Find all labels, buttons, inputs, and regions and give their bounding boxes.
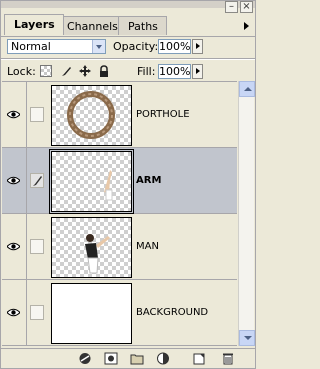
lock-pixels-brush-icon[interactable]: [60, 65, 72, 77]
scroll-up-button[interactable]: [239, 81, 255, 97]
layers-list: PORTHOLE ARM MAN BACKGROUND: [2, 81, 237, 347]
new-set-folder-icon[interactable]: [130, 352, 144, 365]
layer-row[interactable]: MAN: [2, 214, 237, 280]
new-layer-icon[interactable]: [192, 352, 206, 365]
lock-transparency-icon[interactable]: [40, 65, 52, 77]
link-box[interactable]: [30, 305, 44, 320]
close-icon: ×: [242, 1, 251, 12]
add-mask-icon[interactable]: [104, 352, 118, 365]
vertical-scrollbar[interactable]: [238, 81, 255, 346]
panel-menu-arrow-icon[interactable]: [244, 22, 249, 30]
lock-position-move-icon[interactable]: [79, 65, 91, 77]
link-box[interactable]: [30, 107, 44, 122]
arm-image: [104, 170, 113, 201]
adjustment-layer-icon[interactable]: [156, 352, 170, 365]
lock-label: Lock:: [7, 65, 36, 78]
opacity-field[interactable]: 100%: [158, 39, 191, 54]
visibility-cell[interactable]: [2, 148, 27, 213]
tab-layers[interactable]: Layers: [4, 14, 64, 35]
scroll-down-button[interactable]: [239, 330, 255, 346]
minimize-icon: –: [229, 1, 234, 12]
layer-name: MAN: [136, 241, 159, 252]
eye-icon[interactable]: [7, 176, 20, 185]
layer-row-selected[interactable]: ARM: [2, 148, 237, 214]
eye-icon[interactable]: [7, 110, 20, 119]
visibility-cell[interactable]: [2, 280, 27, 345]
visibility-cell[interactable]: [2, 82, 27, 147]
layer-name: BACKGROUND: [136, 307, 209, 318]
layer-thumbnail[interactable]: [49, 149, 134, 214]
opacity-label: Opacity:: [113, 40, 159, 53]
tab-paths[interactable]: Paths: [118, 16, 167, 35]
eye-icon[interactable]: [7, 308, 20, 317]
panel-tabs: Layers Channels Paths: [1, 14, 255, 37]
layer-style-icon[interactable]: [78, 352, 92, 365]
layers-panel: – × Layers Channels Paths Normal Opacity…: [0, 0, 256, 369]
layer-name: PORTHOLE: [136, 109, 190, 120]
layer-row[interactable]: BACKGROUND: [2, 280, 237, 346]
link-cell[interactable]: [27, 82, 47, 147]
chevron-down-icon[interactable]: [92, 40, 105, 53]
fill-slider-button[interactable]: [192, 64, 203, 79]
link-box[interactable]: [30, 239, 44, 254]
eye-icon[interactable]: [7, 242, 20, 251]
fill-label: Fill:: [137, 65, 156, 78]
layer-thumbnail[interactable]: [51, 85, 132, 146]
porthole-ring-image: [67, 91, 115, 139]
link-cell[interactable]: [27, 280, 47, 345]
fill-field[interactable]: 100%: [158, 64, 191, 79]
layer-name: ARM: [136, 175, 162, 186]
blend-mode-value: Normal: [11, 40, 51, 53]
link-cell[interactable]: [27, 214, 47, 279]
tab-channels[interactable]: Channels: [57, 16, 127, 35]
opacity-slider-button[interactable]: [192, 39, 203, 54]
blend-mode-select[interactable]: Normal: [7, 39, 106, 54]
lock-all-padlock-icon[interactable]: [98, 65, 110, 77]
panel-title-bar[interactable]: [1, 1, 255, 8]
paintbrush-active-icon[interactable]: [30, 173, 44, 188]
close-button[interactable]: ×: [240, 1, 253, 13]
layer-row[interactable]: PORTHOLE: [2, 82, 237, 148]
layer-thumbnail[interactable]: [51, 283, 132, 344]
layers-toolbar: [1, 348, 255, 369]
minimize-button[interactable]: –: [225, 1, 238, 13]
man-image: [85, 234, 110, 274]
trash-icon[interactable]: [221, 352, 235, 365]
link-cell[interactable]: [27, 148, 47, 213]
divider: [1, 58, 255, 60]
layer-thumbnail[interactable]: [51, 217, 132, 278]
visibility-cell[interactable]: [2, 214, 27, 279]
